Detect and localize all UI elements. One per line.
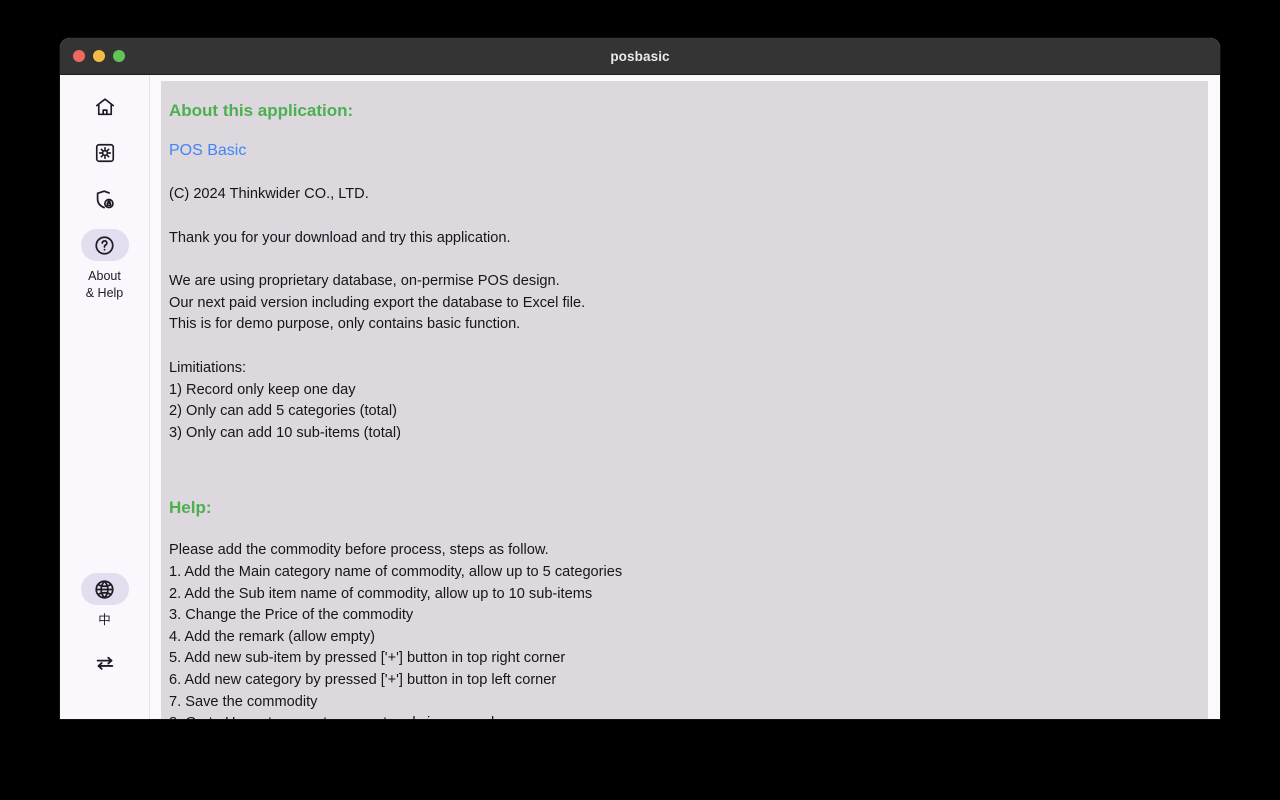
about-heading: About this application:	[169, 101, 354, 120]
shield-lock-icon	[96, 189, 114, 208]
sidebar-item-privacy[interactable]	[60, 183, 149, 215]
sidebar-item-language[interactable]: 中	[60, 573, 149, 629]
sidebar-item-privacy-pill	[81, 183, 129, 215]
help-intro: Please add the commodity before process,…	[169, 542, 549, 559]
sidebar-item-language-label: 中	[98, 613, 111, 627]
app-name: POS Basic	[169, 142, 247, 159]
swap-arrows-icon	[96, 656, 113, 670]
sidebar-top-nav: About & Help	[60, 91, 149, 302]
sidebar-item-about-help-pill	[80, 229, 129, 261]
limitations-title: Limitiations:	[169, 359, 247, 376]
copyright-text: (C) 2024 Thinkwider CO., LTD.	[169, 186, 369, 202]
sidebar-item-switch[interactable]	[60, 647, 149, 679]
window-titlebar: posbasic	[60, 38, 1220, 75]
help-heading: Help:	[169, 498, 212, 518]
content-pane: About this application: POS Basic (C) 20…	[150, 75, 1220, 719]
help-steps-list: 1. Add the Main category name of commodi…	[169, 563, 623, 719]
settings-gear-icon	[95, 143, 114, 163]
app-window: posbasic About & Help 中 About this appli…	[60, 38, 1220, 719]
sidebar-item-about-help[interactable]: About & Help	[60, 229, 149, 302]
minimize-window-icon[interactable]	[93, 50, 105, 62]
about-help-document: About this application: POS Basic (C) 20…	[161, 81, 1208, 719]
sidebar-item-home[interactable]	[60, 91, 149, 123]
home-icon	[95, 98, 114, 116]
sidebar-bottom-nav: 中	[60, 573, 149, 719]
window-body: About & Help 中 About this application: P…	[60, 75, 1220, 719]
window-title: posbasic	[610, 48, 670, 64]
sidebar-item-language-pill	[80, 573, 129, 605]
sidebar: About & Help 中	[60, 75, 150, 719]
close-window-icon[interactable]	[73, 50, 85, 62]
thanks-text: Thank you for your download and try this…	[169, 229, 511, 246]
sidebar-item-about-help-label: About & Help	[85, 269, 124, 300]
maximize-window-icon[interactable]	[113, 50, 125, 62]
sidebar-item-settings[interactable]	[60, 137, 149, 169]
question-circle-icon	[95, 235, 114, 255]
sidebar-item-home-pill	[81, 91, 129, 123]
sidebar-item-settings-pill	[81, 137, 129, 169]
globe-icon	[95, 579, 114, 599]
screen: posbasic About & Help 中 About this appli…	[0, 0, 1280, 800]
limitations-list: 1) Record only keep one day 2) Only can …	[169, 381, 401, 441]
description-text: We are using proprietary database, on-pe…	[169, 273, 586, 333]
sidebar-item-switch-pill	[81, 647, 129, 679]
document-text: About this application: POS Basic (C) 20…	[169, 99, 1184, 719]
traffic-light-group	[73, 38, 125, 74]
